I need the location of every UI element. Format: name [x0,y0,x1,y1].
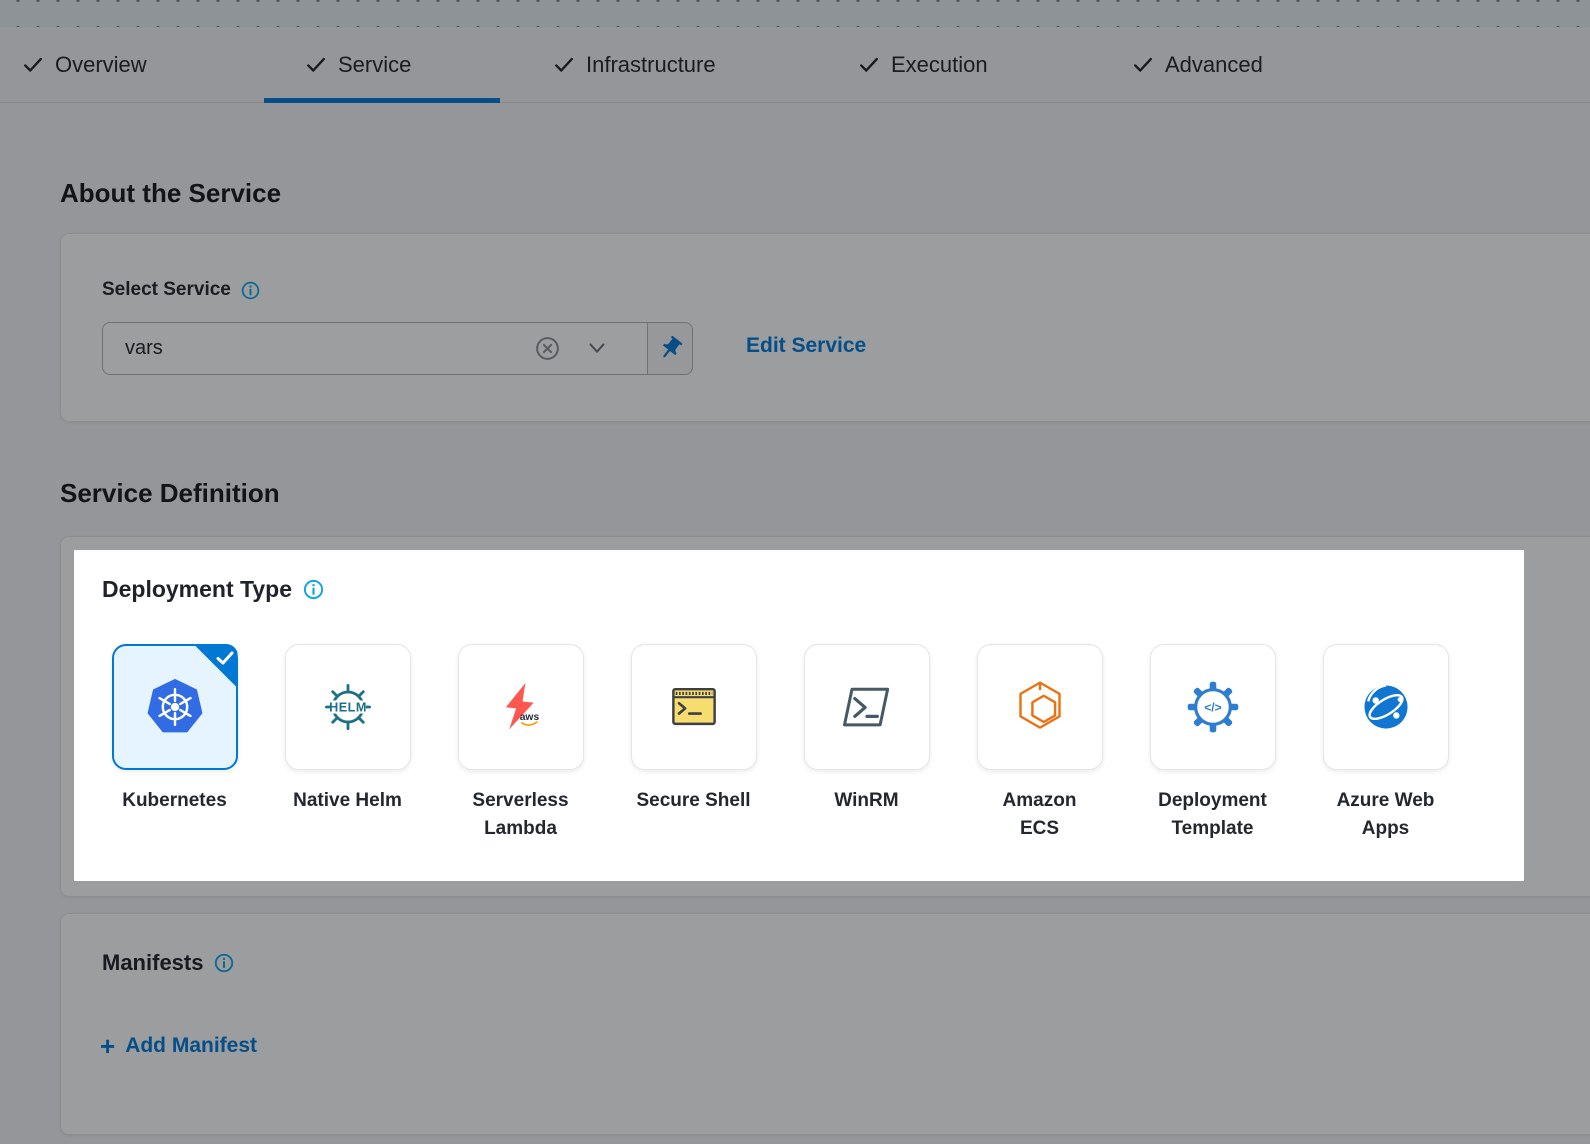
amazon-ecs-icon [1010,677,1070,737]
plus-icon: + [100,1033,115,1059]
tab-overview[interactable]: Overview [22,40,147,90]
check-icon [553,54,575,76]
tab-label: Overview [55,52,147,78]
deployment-type-card: Deployment Type [74,550,1524,881]
tile-label: WinRM [834,787,898,815]
deployment-type-tiles: Kubernetes HELM [88,644,1472,843]
stage-tab-bar: Overview Service Infrastructure Executio… [0,27,1590,103]
tile-label: Serverless Lambda [462,787,580,843]
deployment-type-heading: Deployment Type [102,576,325,603]
active-tab-indicator [264,98,500,103]
svg-text:</>: </> [1204,701,1222,715]
tab-execution[interactable]: Execution [858,40,988,90]
tab-label: Infrastructure [586,52,716,78]
clear-service-icon[interactable] [534,335,561,367]
chevron-down-icon[interactable] [586,340,608,363]
pin-service-button[interactable] [648,322,693,375]
manifests-heading: Manifests [102,950,235,976]
tile-label: Amazon ECS [981,787,1099,843]
tab-label: Advanced [1165,52,1263,78]
deployment-type-amazon-ecs[interactable] [977,644,1103,770]
azure-web-apps-icon [1356,677,1416,737]
check-icon [22,54,44,76]
deployment-type-winrm[interactable] [804,644,930,770]
secure-shell-icon [664,677,724,737]
check-icon [1132,54,1154,76]
edit-service-link[interactable]: Edit Service [746,334,866,358]
manifests-card [60,913,1590,1135]
add-manifest-button[interactable]: + Add Manifest [100,1033,257,1059]
tile-label: Native Helm [293,787,402,815]
deployment-type-deployment-template[interactable]: </> [1150,644,1276,770]
tile-label: Secure Shell [636,787,750,815]
tab-label: Service [338,52,411,78]
helm-icon: HELM [318,677,378,737]
tile-label: Azure Web Apps [1327,787,1445,843]
selected-check-icon [216,649,234,667]
info-icon[interactable] [302,578,325,601]
deployment-type-azure-web-apps[interactable] [1323,644,1449,770]
select-service-label: Select Service [102,279,261,301]
deployment-type-serverless-lambda[interactable]: aws [458,644,584,770]
tab-infrastructure[interactable]: Infrastructure [553,40,716,90]
deployment-template-icon: </> [1183,677,1243,737]
info-icon[interactable] [240,280,261,301]
pipeline-canvas-dotted-strip [0,0,1590,27]
service-config-page: Overview Service Infrastructure Executio… [0,0,1590,1144]
check-icon [858,54,880,76]
tab-label: Execution [891,52,988,78]
deployment-type-kubernetes[interactable] [112,644,238,770]
winrm-icon [837,677,897,737]
info-icon[interactable] [213,952,235,974]
select-service-input[interactable] [102,322,648,375]
tab-service[interactable]: Service [305,40,411,90]
check-icon [305,54,327,76]
kubernetes-icon [145,677,205,737]
tab-advanced[interactable]: Advanced [1132,40,1263,90]
serverless-lambda-icon: aws [491,677,551,737]
svg-text:HELM: HELM [329,701,367,715]
tile-label: Deployment Template [1154,787,1272,843]
deployment-type-secure-shell[interactable] [631,644,757,770]
pin-icon [657,335,684,362]
deployment-type-native-helm[interactable]: HELM [285,644,411,770]
tile-label: Kubernetes [122,787,227,815]
about-service-heading: About the Service [60,178,281,209]
service-definition-heading: Service Definition [60,478,280,509]
